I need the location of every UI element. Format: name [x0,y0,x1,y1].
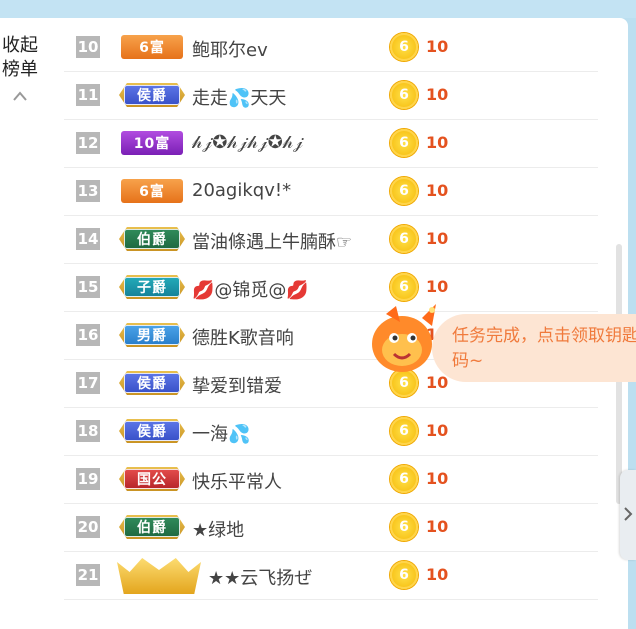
bottom-partial-text [0,612,160,629]
wealth-level-badge: 6富 [121,35,183,59]
rank-number: 18 [76,420,100,442]
username[interactable]: 鲍耶尔ev [192,36,392,62]
task-complete-toast[interactable]: 任务完成，点击领取钥匙码~ [432,314,636,382]
contribution-amount: 10 [426,421,449,440]
list-item[interactable]: 20 伯爵 ★绿地 6 10 [64,504,598,552]
collapse-ranking-button[interactable]: 收起 榜单 [2,34,48,102]
noble-rank-badge: 伯爵 [119,227,185,251]
wealth-level-badge: 10富 [121,131,183,155]
noble-rank-badge: 侯爵 [119,83,185,107]
noble-rank-badge: 国公 [119,467,185,491]
coin-icon: 6 [390,273,418,301]
rank-number: 20 [76,516,100,538]
goldfish-mascot-icon[interactable] [366,300,442,380]
crown-badge-icon [117,558,201,594]
rank-number: 17 [76,372,100,394]
coin-icon: 6 [390,33,418,61]
contribution-amount: 10 [426,133,449,152]
list-item[interactable]: 15 子爵 💋@锦觅@💋 6 10 [64,264,598,312]
noble-rank-badge: 侯爵 [119,371,185,395]
wealth-level-badge: 6富 [121,179,183,203]
rank-number: 19 [76,468,100,490]
noble-rank-badge: 男爵 [119,323,185,347]
rank-number: 12 [76,132,100,154]
rank-number: 13 [76,180,100,202]
coin-icon: 6 [390,177,418,205]
noble-rank-label: 国公 [124,469,180,489]
rank-number: 11 [76,84,100,106]
collapse-label-line1: 收起 [2,35,38,56]
username[interactable]: 挚爱到错爱 [192,372,392,398]
contribution-amount: 10 [426,229,449,248]
username[interactable]: ★★云飞扬ぜ [208,564,408,590]
username[interactable]: 走走💦天天 [192,84,392,110]
username[interactable]: 𝒽𝒿✪𝒽𝒿𝒽𝒿✪𝒽𝒿 [192,132,392,153]
coin-icon: 6 [390,81,418,109]
contribution-amount: 10 [426,517,449,536]
contribution-amount: 10 [426,565,449,584]
username[interactable]: 快乐平常人 [192,468,392,494]
rank-number: 21 [76,564,100,586]
contribution-amount: 10 [426,277,449,296]
noble-rank-label: 侯爵 [124,373,180,393]
toast-message: 任务完成，点击领取钥匙码~ [452,326,636,371]
collapse-label-line2: 榜单 [2,59,38,80]
rank-number: 10 [76,36,100,58]
contribution-amount: 10 [426,469,449,488]
chevron-up-icon [13,91,27,101]
coin-icon: 6 [390,225,418,253]
list-item[interactable]: 18 侯爵 一海💦 6 10 [64,408,598,456]
coin-icon: 6 [390,129,418,157]
coin-icon: 6 [390,513,418,541]
ranking-list: 10 6富 鲍耶尔ev 6 10 11 侯爵 走走💦天天 6 10 12 10富 𝒽𝒿✪𝒽𝒿𝒽𝒿✪𝒽𝒿 6… [64,24,598,600]
chevron-right-icon [624,507,633,521]
coin-icon: 6 [390,465,418,493]
username[interactable]: 德胜K歌音响 [192,324,392,350]
rank-number: 14 [76,228,100,250]
contribution-amount: 10 [426,85,449,104]
username[interactable]: ★绿地 [192,516,392,542]
noble-rank-badge: 侯爵 [119,419,185,443]
noble-rank-label: 侯爵 [124,85,180,105]
noble-rank-badge: 伯爵 [119,515,185,539]
rank-number: 16 [76,324,100,346]
list-item[interactable]: 10 6富 鲍耶尔ev 6 10 [64,24,598,72]
coin-icon: 6 [390,417,418,445]
list-item[interactable]: 14 伯爵 當油條遇上牛腩酥☞ 6 10 [64,216,598,264]
list-item[interactable]: 19 国公 快乐平常人 6 10 [64,456,598,504]
list-item[interactable]: 13 6富 20agikqv!* 6 10 [64,168,598,216]
noble-rank-label: 伯爵 [124,229,180,249]
rank-number: 15 [76,276,100,298]
top-background-strip [0,0,636,18]
username[interactable]: 20agikqv!* [192,180,392,201]
noble-rank-label: 侯爵 [124,421,180,441]
list-item[interactable]: 21 ★★云飞扬ぜ 6 10 [64,552,598,600]
noble-rank-label: 男爵 [124,325,180,345]
contribution-amount: 10 [426,37,449,56]
username[interactable]: 當油條遇上牛腩酥☞ [192,228,392,254]
coin-icon: 6 [390,561,418,589]
username[interactable]: 💋@锦觅@💋 [192,276,392,302]
side-expand-tab[interactable] [620,470,636,560]
list-item[interactable]: 11 侯爵 走走💦天天 6 10 [64,72,598,120]
contribution-amount: 10 [426,181,449,200]
username[interactable]: 一海💦 [192,420,392,446]
list-item[interactable]: 12 10富 𝒽𝒿✪𝒽𝒿𝒽𝒿✪𝒽𝒿 6 10 [64,120,598,168]
noble-rank-label: 子爵 [124,277,180,297]
noble-rank-badge: 子爵 [119,275,185,299]
noble-rank-label: 伯爵 [124,517,180,537]
